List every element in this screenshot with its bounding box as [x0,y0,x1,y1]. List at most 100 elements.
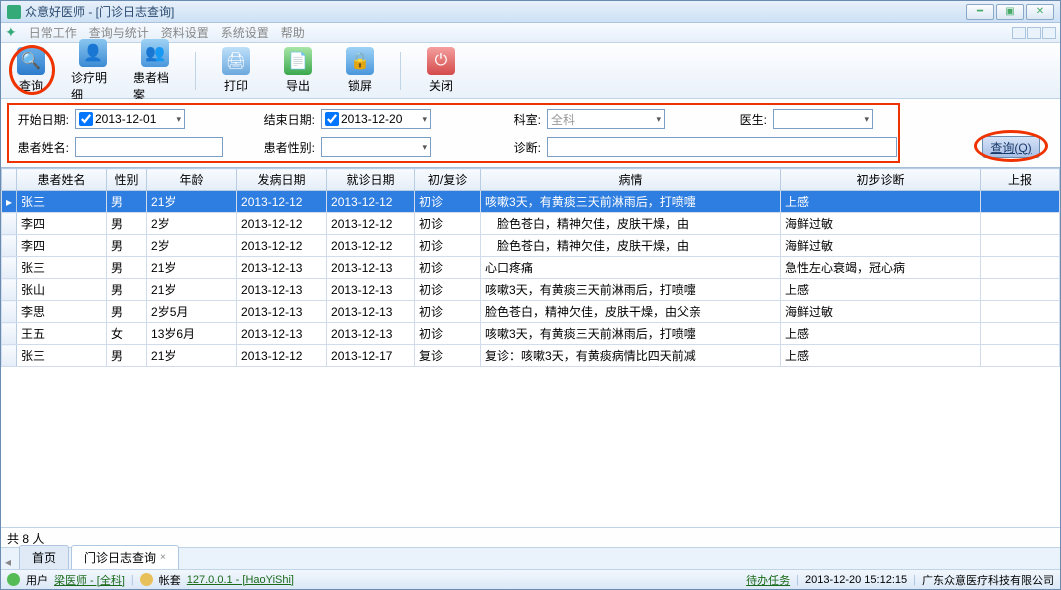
status-todo-link[interactable]: 待办任务 [746,572,790,588]
col-type[interactable]: 初/复诊 [415,169,481,191]
col-diag[interactable]: 初步诊断 [781,169,981,191]
cell-diag: 上感 [781,345,981,367]
toolbar-sep-2 [400,52,401,90]
cell-age: 2岁 [147,235,237,257]
maximize-button[interactable]: ▣ [996,4,1024,20]
status-company: 广东众意医疗科技有限公司 [922,572,1054,588]
toolbar-detail-button[interactable]: 👤 诊疗明细 [71,39,115,103]
status-user-link[interactable]: 梁医师 - [全科] [54,572,125,588]
summary-text: 共 8 人 [7,532,44,546]
export-icon: 📄 [284,47,312,75]
end-date-enable-checkbox[interactable] [325,112,339,126]
diag-input[interactable] [547,137,897,157]
col-cond[interactable]: 病情 [481,169,781,191]
toolbar-patient-label: 患者档案 [133,69,177,103]
cell-gender: 男 [107,257,147,279]
cell-type: 复诊 [415,345,481,367]
toolbar-lock-button[interactable]: 🔒 锁屏 [338,47,382,94]
col-age[interactable]: 年龄 [147,169,237,191]
col-name[interactable]: 患者姓名 [17,169,107,191]
cell-cond: 咳嗽3天，有黄痰三天前淋雨后，打喷嚏 [481,323,781,345]
mdi-restore[interactable] [1027,27,1041,39]
result-table: 患者姓名 性别 年龄 发病日期 就诊日期 初/复诊 病情 初步诊断 上报 ▸ 张… [1,168,1060,367]
tab-close-icon[interactable]: × [160,552,166,563]
tab-home[interactable]: 首页 [19,545,69,569]
table-row[interactable]: 王五 女 13岁6月 2013-12-13 2013-12-13 初诊 咳嗽3天… [2,323,1060,345]
cell-onset: 2013-12-12 [237,213,327,235]
tab-prev[interactable]: ◂ [5,555,17,569]
menu-daily[interactable]: 日常工作 [29,24,77,41]
cell-report [981,235,1060,257]
close-button[interactable]: ✕ [1026,4,1054,20]
toolbar-print-button[interactable]: 🖨 打印 [214,47,258,94]
table-row[interactable]: ▸ 张三 男 21岁 2013-12-12 2013-12-12 初诊 咳嗽3天… [2,191,1060,213]
mdi-min[interactable] [1012,27,1026,39]
toolbar-detail-label: 诊疗明细 [71,69,115,103]
start-date-enable-checkbox[interactable] [79,112,93,126]
cell-name: 张山 [17,279,107,301]
tab-active[interactable]: 门诊日志查询 × [71,545,179,569]
user-icon [7,573,20,586]
cell-gender: 男 [107,213,147,235]
table-row[interactable]: 李思 男 2岁5月 2013-12-13 2013-12-13 初诊 脸色苍白，… [2,301,1060,323]
table-row[interactable]: 张三 男 21岁 2013-12-12 2013-12-17 复诊 复诊：咳嗽3… [2,345,1060,367]
dept-combo[interactable]: 全科 ▾ [547,109,665,129]
table-row[interactable]: 张山 男 21岁 2013-12-13 2013-12-13 初诊 咳嗽3天，有… [2,279,1060,301]
cell-onset: 2013-12-13 [237,301,327,323]
summary-bar: 共 8 人 [1,527,1060,547]
menu-system[interactable]: 系统设置 [221,24,269,41]
cell-type: 初诊 [415,257,481,279]
cell-age: 13岁6月 [147,323,237,345]
row-handle [2,279,17,301]
start-date-value: 2013-12-01 [95,112,156,126]
col-report[interactable]: 上报 [981,169,1060,191]
cell-gender: 男 [107,301,147,323]
dept-value: 全科 [551,111,575,128]
chevron-down-icon: ▾ [176,114,181,125]
status-acct-link[interactable]: 127.0.0.1 - [HaoYiShi] [187,574,294,586]
start-date-input[interactable]: 2013-12-01 ▾ [75,109,185,129]
close-icon: ⏻ [427,47,455,75]
cell-name: 李四 [17,235,107,257]
cell-cond: 脸色苍白，精神欠佳，皮肤干燥，由 [481,235,781,257]
cell-report [981,279,1060,301]
toolbar-export-button[interactable]: 📄 导出 [276,47,320,94]
table-row[interactable]: 李四 男 2岁 2013-12-12 2013-12-12 初诊 脸色苍白，精神… [2,213,1060,235]
query-button[interactable]: 查询(Q) [982,136,1040,158]
minimize-button[interactable]: ━ [966,4,994,20]
gender-combo[interactable]: ▾ [321,137,431,157]
cell-type: 初诊 [415,279,481,301]
table-row[interactable]: 李四 男 2岁 2013-12-12 2013-12-12 初诊 脸色苍白，精神… [2,235,1060,257]
end-date-value: 2013-12-20 [341,112,402,126]
row-handle [2,345,17,367]
gender-label: 患者性别: [255,139,315,156]
menu-star-icon: ✦ [5,24,17,41]
cell-type: 初诊 [415,191,481,213]
row-handle [2,213,17,235]
app-icon [7,5,21,19]
cell-cond: 心口疼痛 [481,257,781,279]
cell-visit: 2013-12-12 [327,191,415,213]
mdi-close[interactable] [1042,27,1056,39]
cell-type: 初诊 [415,235,481,257]
cell-visit: 2013-12-17 [327,345,415,367]
result-grid: 患者姓名 性别 年龄 发病日期 就诊日期 初/复诊 病情 初步诊断 上报 ▸ 张… [1,167,1060,527]
toolbar-close-button[interactable]: ⏻ 关闭 [419,47,463,94]
col-onset[interactable]: 发病日期 [237,169,327,191]
menu-help[interactable]: 帮助 [281,24,305,41]
cell-report [981,301,1060,323]
col-visit[interactable]: 就诊日期 [327,169,415,191]
end-date-input[interactable]: 2013-12-20 ▾ [321,109,431,129]
cell-cond: 复诊：咳嗽3天，有黄痰病情比四天前减 [481,345,781,367]
cell-name: 王五 [17,323,107,345]
cell-name: 张三 [17,257,107,279]
toolbar-query-button[interactable]: 🔍 查询 [9,47,53,94]
detail-icon: 👤 [79,39,107,67]
toolbar-patient-button[interactable]: 👥 患者档案 [133,39,177,103]
doctor-combo[interactable]: ▾ [773,109,873,129]
row-handle-header [2,169,17,191]
table-row[interactable]: 张三 男 21岁 2013-12-13 2013-12-13 初诊 心口疼痛 急… [2,257,1060,279]
patient-name-input[interactable] [75,137,223,157]
cell-age: 21岁 [147,191,237,213]
col-gender[interactable]: 性别 [107,169,147,191]
